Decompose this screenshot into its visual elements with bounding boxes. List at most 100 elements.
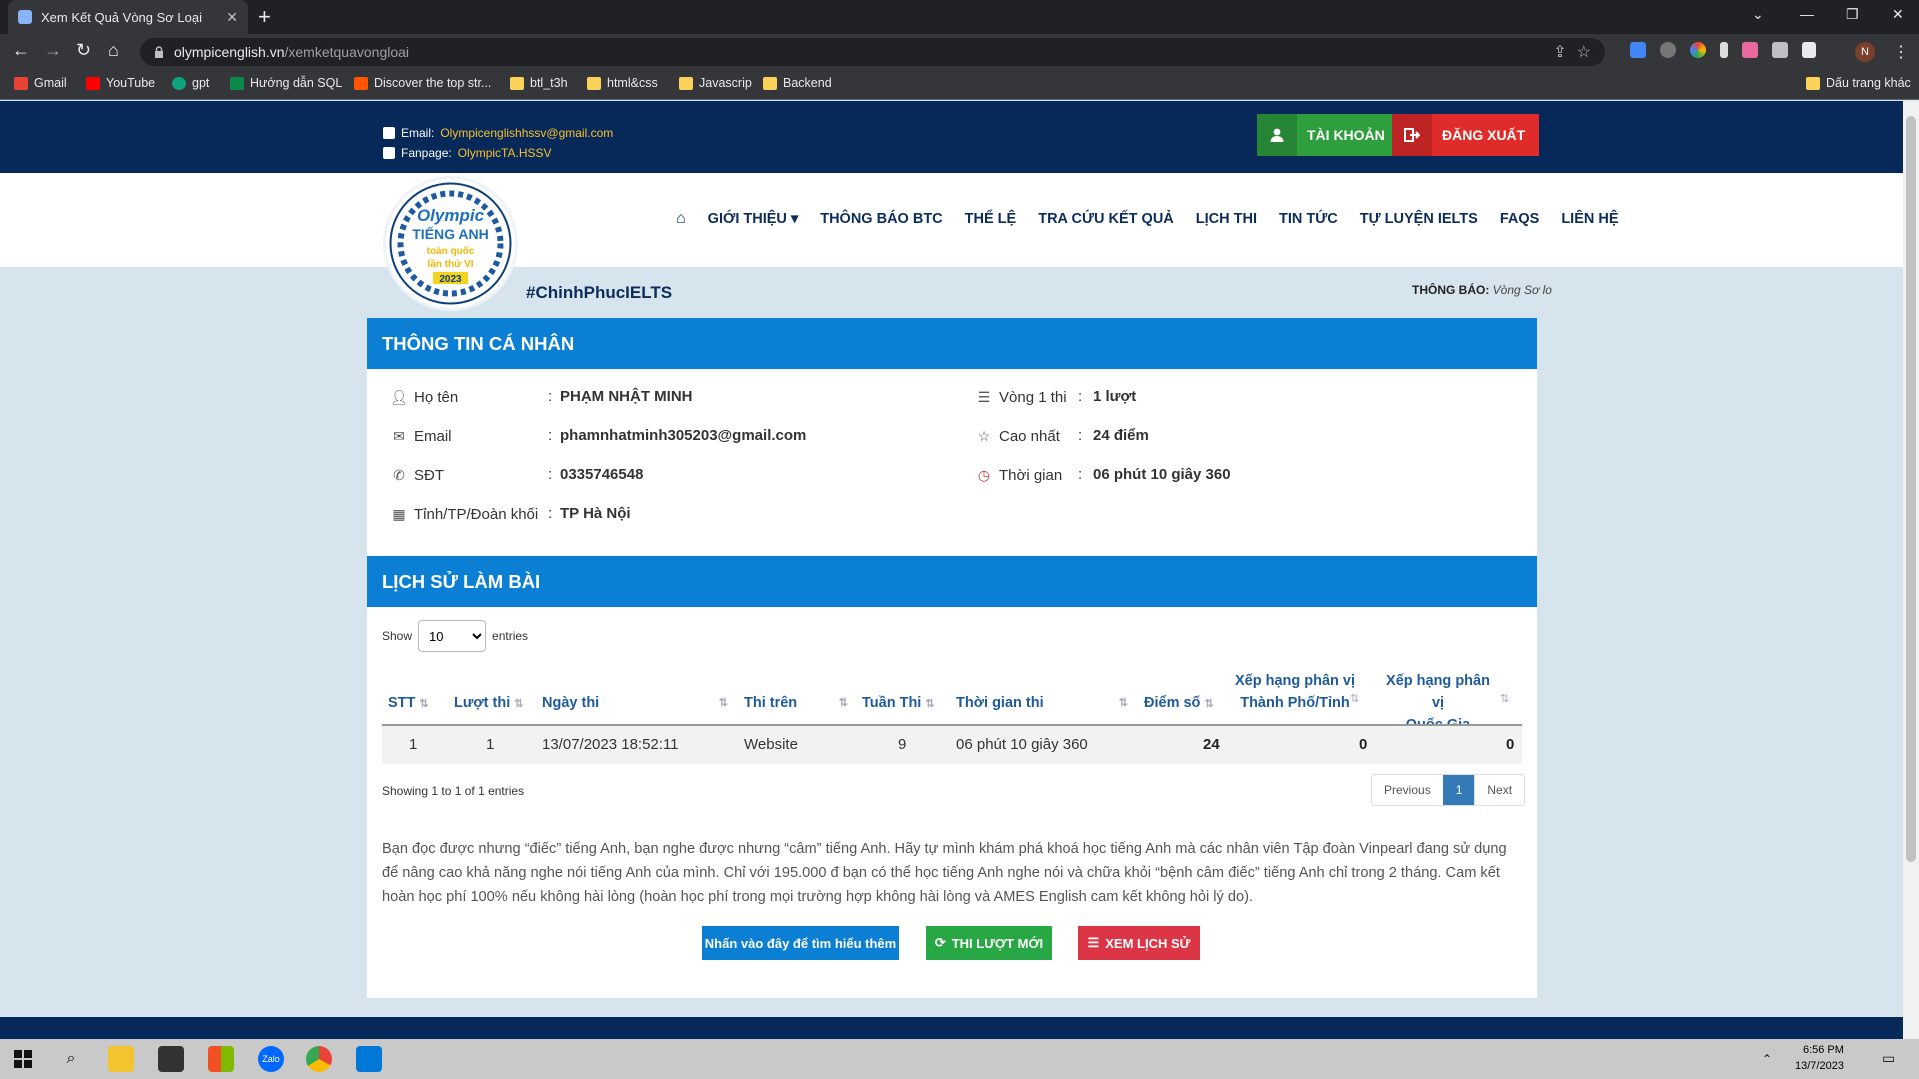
email-link[interactable]: Olympicenglishhssv@gmail.com [440,126,613,140]
sort-icon[interactable]: ⇅ [1350,692,1359,705]
notice-ticker[interactable]: THÔNG BÁO: Vòng Sơ lo [1412,283,1552,297]
search-icon[interactable]: ⌕ [58,1046,84,1072]
office-icon[interactable] [208,1046,234,1072]
stat-time-value: 06 phút 10 giây 360 [1093,466,1231,483]
address-bar[interactable]: olympicenglish.vn/xemketquavongloai ⇪ ☆ [140,38,1605,66]
bookmark-folder[interactable]: Backend [763,76,832,90]
chrome-icon[interactable] [306,1046,332,1072]
home-icon[interactable]: ⌂ [108,40,119,61]
extension-icon[interactable] [1720,42,1728,58]
menu-kebab-icon[interactable]: ⋮ [1893,42,1909,62]
col-header-thoi-gian-thi[interactable]: Thời gian thi ⇅ [956,692,1128,714]
pager-previous[interactable]: Previous [1372,775,1443,805]
close-window-icon[interactable]: ✕ [1892,6,1904,23]
sort-icon[interactable]: ⇅ [1500,692,1509,705]
restore-icon[interactable]: ❐ [1846,6,1859,23]
extension-icon[interactable] [1660,42,1676,58]
bookmark-folder[interactable]: html&css [587,76,658,90]
new-tab-icon[interactable]: + [258,4,271,30]
bookmark-star-icon[interactable]: ☆ [1577,42,1591,62]
svg-text:Olympic: Olympic [417,206,485,225]
new-attempt-button[interactable]: ⟳ THI LƯỢT MỚI [926,926,1052,960]
col-header-xh-tinh[interactable]: Xếp hạng phân vị Thành Phố/Tỉnh [1230,670,1360,714]
nav-item-tra-cuu-ket-qua[interactable]: TRA CỨU KẾT QUẢ [1038,211,1174,227]
svg-text:lần thứ VI: lần thứ VI [427,258,473,270]
minimize-icon[interactable]: — [1800,6,1814,22]
windows-start-icon[interactable] [10,1046,36,1072]
notification-icon[interactable]: ▭ [1882,1050,1895,1067]
tab-search-icon[interactable]: ⌄ [1752,6,1764,23]
colon: : [1078,388,1083,405]
col-header-stt[interactable]: STT ⇅ [388,692,429,715]
colon: : [548,427,553,444]
other-bookmarks[interactable]: Dấu trang khác [1806,76,1911,90]
account-button[interactable]: TÀI KHOẢN [1257,114,1399,156]
logout-button[interactable]: ĐĂNG XUẤT [1392,114,1540,156]
svg-text:TIẾNG ANH: TIẾNG ANH [412,226,488,242]
bookmark-item[interactable]: Gmail [14,76,67,90]
nav-item-lich-thi[interactable]: LỊCH THI [1196,211,1257,227]
taskbar-clock[interactable]: 6:56 PM 13/7/2023 [1795,1042,1844,1074]
history-heading: LỊCH SỬ LÀM BÀI [367,556,1537,607]
learn-more-button[interactable]: Nhấn vào đây để tìm hiểu thêm [702,926,899,960]
fanpage-link[interactable]: OlympicTA.HSSV [458,146,552,160]
share-icon[interactable]: ⇪ [1553,42,1566,62]
nav-item-the-le[interactable]: THỂ LỆ [965,211,1017,227]
view-history-button[interactable]: ☰ XEM LỊCH SỬ [1078,926,1200,960]
bookmark-item[interactable]: Hướng dẫn SQL [230,76,342,90]
colon: : [1078,466,1083,483]
puzzle-icon[interactable] [1772,42,1788,58]
bookmark-item[interactable]: YouTube [86,76,155,90]
cell-tren: Website [744,736,798,753]
profile-avatar[interactable]: N [1855,42,1875,62]
col-header-ngay-thi[interactable]: Ngày thi ⇅ [542,692,728,714]
entries-select[interactable]: 10 [418,620,487,652]
cell-tuan: 9 [898,736,907,753]
col-header-tuan-thi[interactable]: Tuần Thi ⇅ [862,692,935,715]
sidepanel-icon[interactable] [1802,42,1816,58]
bookmark-folder[interactable]: btl_t3h [510,76,568,90]
sort-icon: ⇅ [1118,697,1128,709]
zalo-icon[interactable]: Zalo [258,1046,284,1072]
color-extension-icon[interactable] [1690,42,1706,58]
reload-icon[interactable]: ↻ [76,40,91,61]
extensions-area [1630,42,1816,58]
nav-item-tin-tuc[interactable]: TIN TỨC [1279,211,1338,227]
personal-info-heading: THÔNG TIN CÁ NHÂN [367,318,1537,369]
folder-icon [587,76,601,90]
bookmark-folder[interactable]: Javascrip [679,76,752,90]
nav-item-lien-he[interactable]: LIÊN HỆ [1561,211,1618,227]
browser-tab[interactable]: Xem Kết Quả Vòng Sơ Loại ✕ [8,0,248,34]
nav-item-gioi-thieu[interactable]: GIỚI THIỆU ▾ [708,211,799,227]
colon: : [548,505,553,522]
file-explorer-icon[interactable] [108,1046,134,1072]
tab-favicon-icon [18,10,32,24]
tab-close-icon[interactable]: ✕ [226,9,238,26]
bookmark-item[interactable]: gpt [172,76,209,90]
col-header-luot-thi[interactable]: Lượt thi ⇅ [454,692,524,715]
extension-icon[interactable] [1742,42,1758,58]
home-icon[interactable]: ⌂ [676,210,686,228]
scrollbar-thumb[interactable] [1906,116,1916,862]
bookmark-item[interactable]: Discover the top str... [354,76,491,90]
caret-down-icon: ▾ [790,211,799,227]
field-email-label: ✉ Email [390,427,451,445]
forward-icon[interactable]: → [44,40,62,61]
store-icon[interactable] [158,1046,184,1072]
col-header-thi-tren[interactable]: Thi trên ⇅ [744,692,848,714]
pagination: Previous 1 Next [1371,774,1526,806]
back-icon[interactable]: ← [12,40,30,61]
pager-page-1[interactable]: 1 [1442,775,1476,805]
field-email-value: phamnhatminh305203@gmail.com [560,427,807,444]
translate-extension-icon[interactable] [1630,42,1646,58]
sort-icon: ⇅ [718,697,728,709]
nav-item-thong-bao-btc[interactable]: THÔNG BÁO BTC [820,211,942,227]
tray-chevron-icon[interactable]: ⌃ [1762,1052,1772,1066]
pager-next[interactable]: Next [1475,775,1525,805]
col-header-diem-so[interactable]: Điểm số ⇅ [1144,692,1214,715]
promo-text: Bạn đọc được nhưng “điếc” tiếng Anh, bạn… [382,841,1507,905]
nav-item-tu-luyen-ielts[interactable]: TỰ LUYỆN IELTS [1360,211,1478,227]
nav-item-faqs[interactable]: FAQS [1500,211,1539,227]
site-logo[interactable]: Olympic TIẾNG ANH toàn quốc lần thứ VI 2… [383,176,518,311]
vscode-icon[interactable] [356,1046,382,1072]
